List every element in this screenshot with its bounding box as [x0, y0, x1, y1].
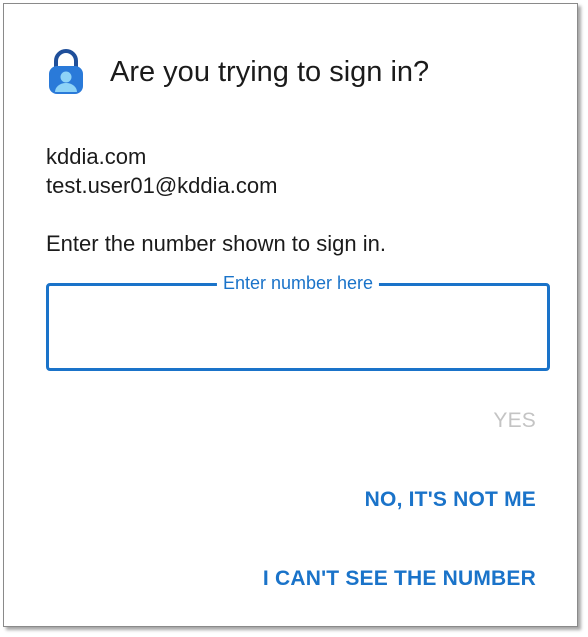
- dialog-header: Are you trying to sign in?: [46, 48, 429, 96]
- sign-in-dialog: Are you trying to sign in? kddia.com tes…: [3, 3, 578, 627]
- number-input[interactable]: [61, 306, 535, 348]
- cant-see-number-button[interactable]: I CAN'T SEE THE NUMBER: [263, 567, 536, 591]
- yes-button[interactable]: YES: [493, 409, 536, 433]
- number-field[interactable]: Enter number here: [46, 273, 550, 371]
- instruction-text: Enter the number shown to sign in.: [46, 231, 386, 256]
- account-info: kddia.com test.user01@kddia.com: [46, 142, 277, 200]
- account-domain: kddia.com: [46, 144, 147, 169]
- authenticator-lock-icon: [49, 49, 83, 94]
- account-email: test.user01@kddia.com: [46, 173, 278, 198]
- number-field-label: Enter number here: [216, 273, 380, 294]
- not-me-button[interactable]: NO, IT'S NOT ME: [365, 488, 536, 512]
- dialog-title: Are you trying to sign in?: [110, 55, 430, 88]
